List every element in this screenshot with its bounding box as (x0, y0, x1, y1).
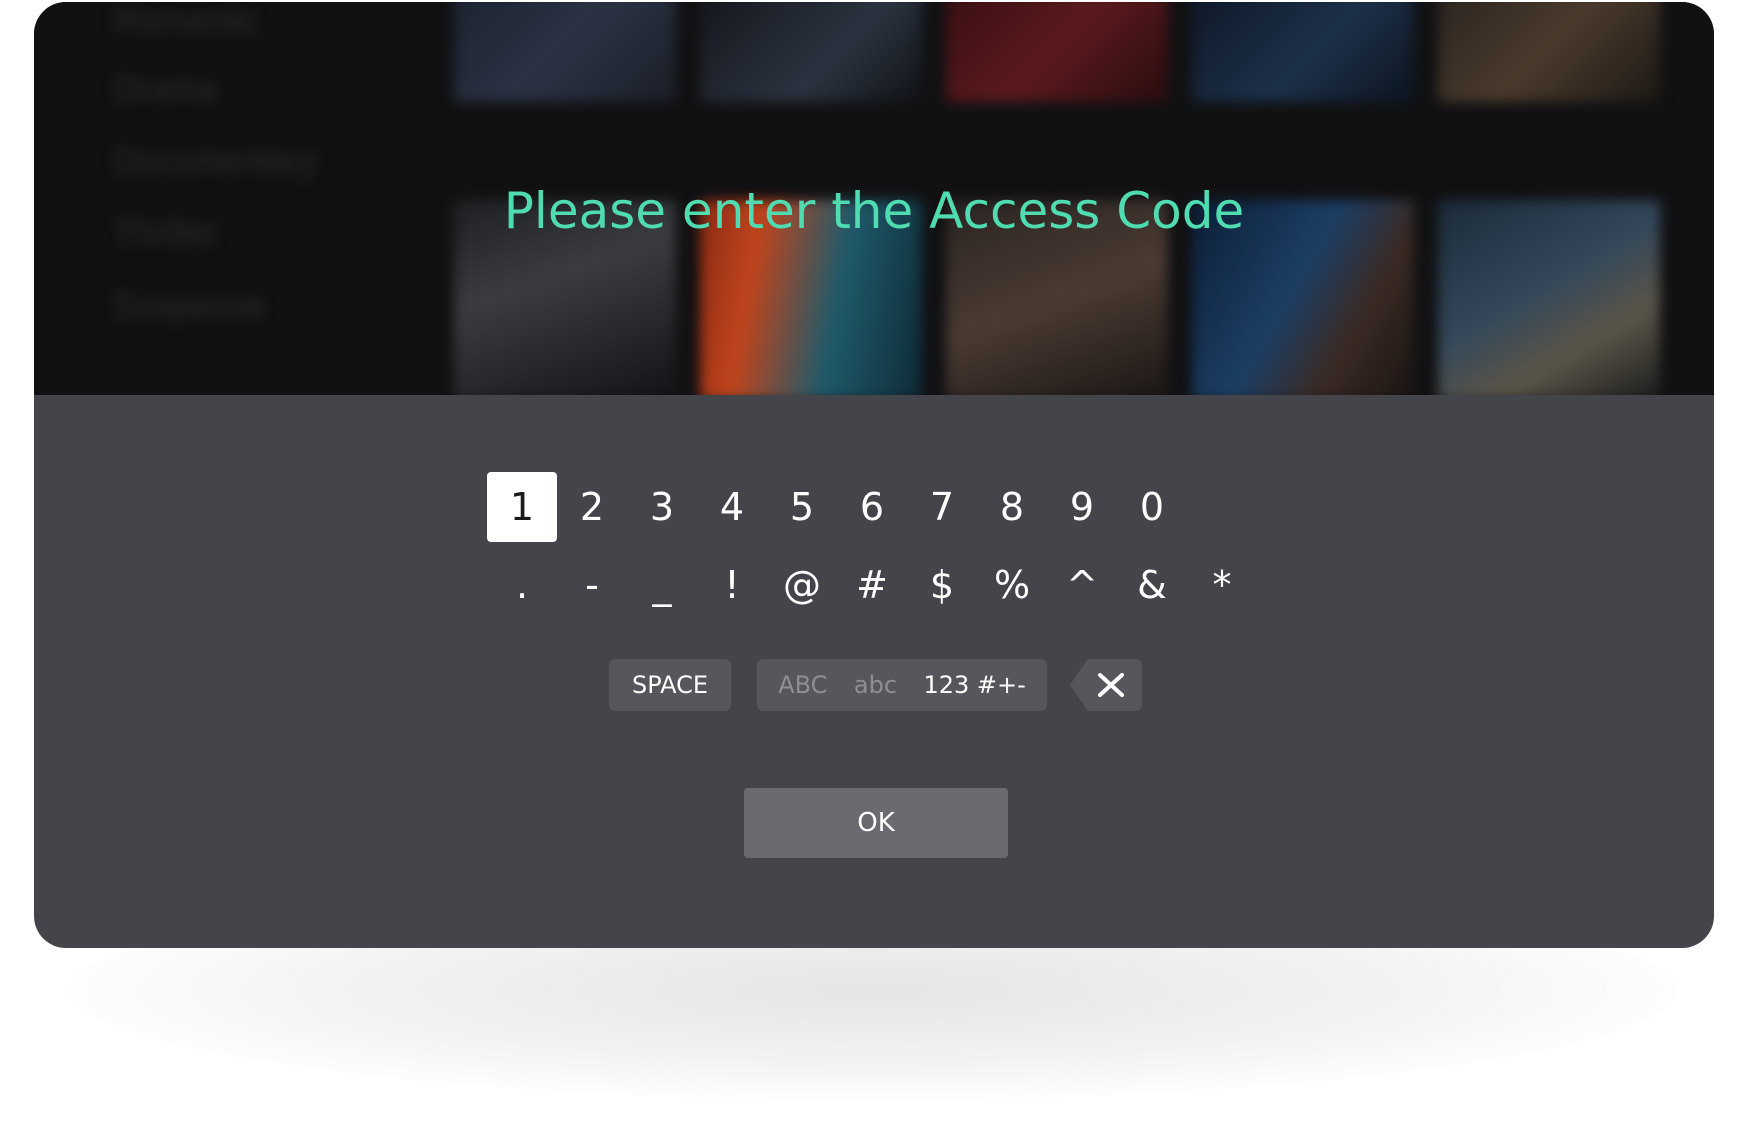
blurred-background: Romantic Drama Documentary Thriller Susp… (34, 2, 1714, 395)
key-symbol-7[interactable]: % (977, 550, 1047, 620)
backspace-key[interactable] (1070, 659, 1142, 711)
key-digit-2[interactable]: 3 (627, 472, 697, 542)
poster (700, 2, 922, 102)
mode-uppercase[interactable]: ABC (778, 671, 827, 699)
mode-lowercase[interactable]: abc (854, 671, 897, 699)
key-symbol-10[interactable]: * (1187, 550, 1257, 620)
key-symbol-3[interactable]: ! (697, 550, 767, 620)
keyboard-row-symbols: . - _! @ # $% ^ & * (487, 550, 1257, 620)
keyboard-row-digits: 1234567890 (487, 472, 1187, 542)
poster (1192, 2, 1414, 102)
dialog-title: Please enter the Access Code (503, 182, 1245, 240)
ok-button[interactable]: OK (744, 788, 1008, 858)
key-symbol-1[interactable]: - (557, 550, 627, 620)
backspace-icon (1070, 659, 1142, 711)
genre-item: Romantic (114, 2, 258, 40)
poster (1438, 2, 1660, 102)
key-symbol-2[interactable]: _ (627, 550, 697, 620)
mode-symbols[interactable]: 123 #+- (923, 671, 1025, 699)
key-symbol-0[interactable]: . (487, 550, 557, 620)
key-symbol-9[interactable]: & (1117, 550, 1187, 620)
key-symbol-8[interactable]: ^ (1047, 550, 1117, 620)
key-symbol-6[interactable]: $ (907, 550, 977, 620)
genre-item: Documentary (114, 142, 317, 180)
key-digit-7[interactable]: 8 (977, 472, 1047, 542)
poster (454, 2, 676, 102)
key-digit-4[interactable]: 5 (767, 472, 837, 542)
genre-item: Suspense (114, 287, 266, 325)
key-digit-3[interactable]: 4 (697, 472, 767, 542)
keyboard-mode-selector: ABC abc 123 #+- (757, 659, 1047, 711)
key-symbol-4[interactable]: @ (767, 550, 837, 620)
key-digit-5[interactable]: 6 (837, 472, 907, 542)
stage: Romantic Drama Documentary Thriller Susp… (0, 0, 1746, 1140)
poster (946, 2, 1168, 102)
key-digit-8[interactable]: 9 (1047, 472, 1117, 542)
space-key[interactable]: SPACE (609, 659, 731, 711)
key-digit-9[interactable]: 0 (1117, 472, 1187, 542)
key-digit-6[interactable]: 7 (907, 472, 977, 542)
key-digit-1[interactable]: 2 (557, 472, 627, 542)
key-digit-0[interactable]: 1 (487, 472, 557, 542)
key-symbol-5[interactable]: # (837, 550, 907, 620)
tv-screen: Romantic Drama Documentary Thriller Susp… (34, 2, 1714, 948)
genre-item: Drama (114, 70, 217, 108)
